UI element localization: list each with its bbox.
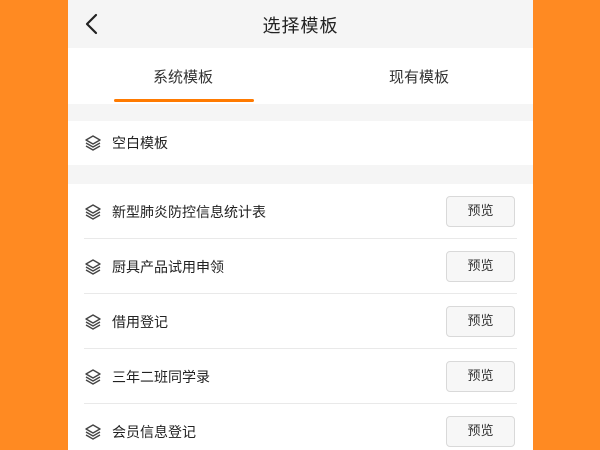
preview-button[interactable]: 预览 — [446, 306, 515, 337]
preview-button[interactable]: 预览 — [446, 416, 515, 447]
layers-icon — [85, 314, 101, 330]
tab-system-templates[interactable]: 系统模板 — [113, 66, 253, 87]
layers-icon — [85, 135, 101, 151]
template-name: 三年二班同学录 — [112, 370, 210, 386]
tab-existing-templates[interactable]: 现有模板 — [349, 66, 489, 87]
layers-icon — [85, 204, 101, 220]
preview-button[interactable]: 预览 — [446, 361, 515, 392]
list-item[interactable]: 会员信息登记 预览 — [68, 404, 533, 450]
layers-icon — [85, 259, 101, 275]
list-item[interactable]: 借用登记 预览 — [68, 294, 533, 349]
phone-screen: 选择模板 系统模板 现有模板 空白模板 新型肺炎防控信息统计表 预览 厨具产品试… — [68, 0, 533, 450]
template-list: 新型肺炎防控信息统计表 预览 厨具产品试用申领 预览 借用登记 预览 三年二班同… — [68, 184, 533, 450]
template-name: 借用登记 — [112, 315, 168, 331]
template-name: 新型肺炎防控信息统计表 — [112, 205, 266, 221]
active-tab-indicator — [114, 99, 254, 102]
preview-button[interactable]: 预览 — [446, 251, 515, 282]
template-name: 会员信息登记 — [112, 425, 196, 441]
blank-template-item[interactable]: 空白模板 — [68, 121, 533, 165]
list-item[interactable]: 新型肺炎防控信息统计表 预览 — [68, 184, 533, 239]
preview-button[interactable]: 预览 — [446, 196, 515, 227]
list-item[interactable]: 三年二班同学录 预览 — [68, 349, 533, 404]
navigation-bar: 选择模板 — [68, 0, 533, 48]
template-name: 厨具产品试用申领 — [112, 260, 224, 276]
list-item[interactable]: 厨具产品试用申领 预览 — [68, 239, 533, 294]
page-title: 选择模板 — [262, 16, 339, 37]
tab-bar: 系统模板 现有模板 — [68, 48, 533, 104]
layers-icon — [85, 424, 101, 440]
blank-template-label: 空白模板 — [112, 136, 168, 152]
layers-icon — [85, 369, 101, 385]
